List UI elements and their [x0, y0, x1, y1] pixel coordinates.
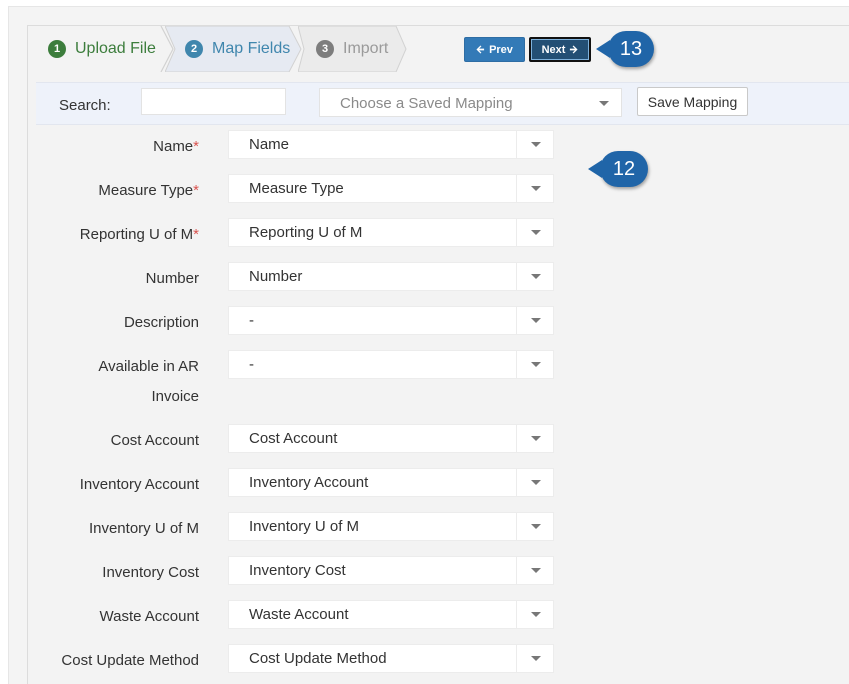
prev-label: Prev [489, 43, 513, 56]
field-label-inventory-uom: Inventory U of M [88, 520, 199, 537]
search-bar: Search: Choose a Saved Mapping Save Mapp… [36, 82, 849, 125]
field-label-cost-update-method: Cost Update Method [61, 652, 199, 669]
field-label-measure-type: Measure Type* [98, 182, 199, 199]
step-number: 1 [48, 40, 66, 58]
field-select-value: Measure Type [249, 180, 344, 197]
chevron-down-icon [531, 274, 541, 279]
chevron-down-icon [531, 436, 541, 441]
step-label: Map Fields [212, 40, 291, 57]
step-number: 3 [316, 40, 334, 58]
chevron-down-icon [531, 142, 541, 147]
chevron-down-icon [531, 524, 541, 529]
saved-mapping-select[interactable]: Choose a Saved Mapping [319, 88, 622, 117]
field-select-inventory-account[interactable]: Inventory Account [228, 468, 554, 497]
search-label: Search: [59, 97, 111, 114]
chevron-down-icon [531, 568, 541, 573]
field-select-inventory-uom[interactable]: Inventory U of M [228, 512, 554, 541]
chevron-down-icon [531, 656, 541, 661]
step-label: Import [343, 40, 389, 57]
chevron-down-icon [531, 318, 541, 323]
field-select-reporting-uom[interactable]: Reporting U of M [228, 218, 554, 247]
field-select-waste-account[interactable]: Waste Account [228, 600, 554, 629]
field-label-available-in-ar-invoice: Available in AR Invoice [98, 358, 199, 405]
chevron-down-icon [531, 186, 541, 191]
chevron-down-icon [599, 101, 609, 106]
next-button[interactable]: Next [529, 37, 591, 62]
wizard-steps: 1 Upload File 2 Map Fields 3 Import [28, 26, 428, 72]
field-select-value: Cost Update Method [249, 650, 387, 667]
callout-badge-next: 13 [596, 31, 654, 67]
field-select-value: - [249, 356, 254, 373]
field-label-name: Name* [153, 138, 199, 155]
field-label-cost-account: Cost Account [110, 432, 199, 449]
chevron-down-icon [531, 230, 541, 235]
field-select-cost-account[interactable]: Cost Account [228, 424, 554, 453]
next-label: Next [541, 43, 566, 56]
field-select-value: - [249, 312, 254, 329]
field-select-available-in-ar-invoice[interactable]: - [228, 350, 554, 379]
field-select-name[interactable]: Name [228, 130, 554, 159]
field-select-value: Inventory Cost [249, 562, 346, 579]
field-label-inventory-account: Inventory Account [79, 476, 199, 493]
field-label-number: Number [145, 270, 199, 287]
field-select-value: Number [249, 268, 303, 285]
field-select-description[interactable]: - [228, 306, 554, 335]
arrow-right-icon [570, 45, 578, 54]
arrow-left-icon [476, 45, 485, 54]
field-label-waste-account: Waste Account [99, 608, 200, 625]
saved-mapping-placeholder: Choose a Saved Mapping [340, 95, 513, 112]
field-select-measure-type[interactable]: Measure Type [228, 174, 554, 203]
step-number: 2 [185, 40, 203, 58]
chevron-down-icon [531, 612, 541, 617]
field-select-value: Cost Account [249, 430, 338, 447]
field-select-value: Waste Account [249, 606, 349, 623]
step-upload-file[interactable]: 1 Upload File [48, 26, 156, 72]
step-map-fields[interactable]: 2 Map Fields [185, 26, 290, 72]
search-input[interactable] [141, 88, 286, 115]
field-select-value: Inventory Account [249, 474, 369, 491]
field-label-inventory-cost: Inventory Cost [102, 564, 199, 581]
field-select-cost-update-method[interactable]: Cost Update Method [228, 644, 554, 673]
field-select-value: Inventory U of M [249, 518, 360, 535]
callout-badge-fields: 12 [588, 151, 648, 187]
field-select-inventory-cost[interactable]: Inventory Cost [228, 556, 554, 585]
step-label: Upload File [75, 40, 156, 57]
chevron-down-icon [531, 480, 541, 485]
import-wizard-panel: 1 Upload File 2 Map Fields 3 Import Prev… [27, 25, 849, 684]
field-select-value: Reporting U of M [249, 224, 363, 241]
step-import[interactable]: 3 Import [316, 26, 388, 72]
field-label-reporting-uom: Reporting U of M* [79, 226, 199, 243]
field-select-value: Name [249, 136, 290, 153]
chevron-down-icon [531, 362, 541, 367]
field-label-description: Description [123, 314, 199, 331]
field-select-number[interactable]: Number [228, 262, 554, 291]
save-mapping-button[interactable]: Save Mapping [637, 87, 748, 116]
prev-button[interactable]: Prev [464, 37, 525, 62]
